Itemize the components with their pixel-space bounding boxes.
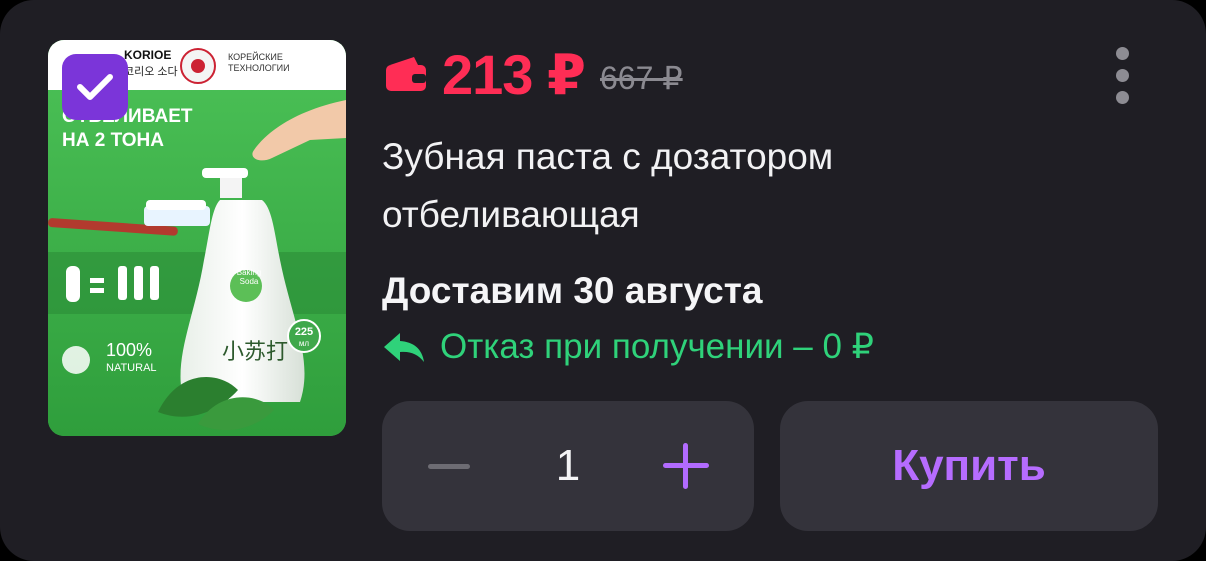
check-icon bbox=[77, 74, 113, 100]
delivery-date: Доставим 30 августа bbox=[382, 270, 763, 311]
decrease-quantity-button[interactable] bbox=[422, 446, 482, 486]
select-checkbox[interactable] bbox=[62, 54, 128, 120]
quantity-value: 1 bbox=[555, 441, 581, 490]
image-volume-unit: мл bbox=[298, 339, 310, 348]
product-card: KORIOE 코리오 소다 КОРЕЙСКИЕ ТЕХНОЛОГИИ ОТБЕЛ… bbox=[0, 0, 1206, 561]
image-bottle-sub: Baking Soda bbox=[236, 268, 262, 286]
image-brand: KORIOE bbox=[124, 48, 172, 62]
image-natural-pct: 100% bbox=[106, 340, 153, 360]
image-volume: 225 bbox=[294, 326, 314, 338]
more-vertical-icon-dot bbox=[1115, 68, 1129, 82]
more-vertical-icon-dot bbox=[1115, 90, 1129, 104]
image-headline-2: НА 2 ТОНА bbox=[62, 130, 164, 151]
quantity-stepper: 1 bbox=[382, 401, 754, 531]
image-brand-sub: 코리오 소다 bbox=[124, 66, 178, 78]
more-vertical-icon bbox=[1115, 46, 1129, 60]
increase-quantity-button[interactable] bbox=[658, 438, 714, 494]
buy-button[interactable]: Купить bbox=[780, 401, 1158, 531]
more-options-button[interactable] bbox=[1100, 40, 1144, 110]
image-badge-text: КОРЕЙСКИЕ ТЕХНОЛОГИИ bbox=[228, 52, 290, 73]
current-price: 213 ₽ bbox=[442, 43, 586, 106]
return-policy: Отказ при получении – 0 ₽ bbox=[382, 324, 874, 370]
wallet-icon bbox=[386, 57, 426, 91]
product-title[interactable]: Зубная паста с дозатором отбеливающая bbox=[382, 128, 1022, 244]
old-price: 667 ₽ bbox=[600, 60, 683, 96]
return-policy-text: Отказ при получении – 0 ₽ bbox=[440, 327, 874, 366]
image-natural-label: NATURAL bbox=[106, 362, 157, 374]
image-bottle-label: 小苏打 bbox=[222, 339, 289, 364]
return-arrow-icon bbox=[384, 333, 424, 362]
